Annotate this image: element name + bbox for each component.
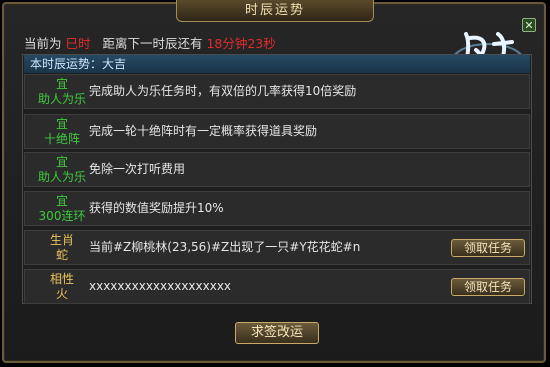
- category-line-1: 宜: [55, 155, 68, 169]
- row-category: 生肖 蛇: [33, 233, 91, 263]
- row-category: 宜 助人为乐: [33, 77, 91, 107]
- row-description: 完成一轮十绝阵时有一定概率获得道具奖励: [89, 124, 318, 138]
- row-category: 宜 300连环: [33, 194, 91, 224]
- row-description: 免除一次打听费用: [89, 162, 186, 176]
- countdown-value: 18分钟23秒: [206, 36, 276, 51]
- fortune-row: 宜 300连环 获得的数值奖励提升10%: [24, 191, 530, 226]
- category-line-1: 宜: [55, 117, 68, 131]
- category-line-1: 宜: [55, 77, 68, 91]
- row-category: 相性 火: [33, 272, 91, 302]
- close-icon: ✕: [524, 19, 534, 32]
- category-line-2: 蛇: [55, 248, 68, 262]
- panel-header: 本时辰运势：大吉: [24, 55, 530, 73]
- category-line-1: 相性: [49, 272, 74, 286]
- category-line-2: 助人为乐: [37, 170, 86, 184]
- fortune-row: 宜 助人为乐 完成助人为乐任务时，有双倍的几率获得10倍奖励: [24, 74, 530, 109]
- fortune-row: 宜 助人为乐 免除一次打听费用: [24, 152, 530, 187]
- current-hour: 巳时: [65, 36, 91, 51]
- category-line-2: 十绝阵: [43, 132, 80, 146]
- row-description: 当前#Z柳桃林(23,56)#Z出现了一只#Y花花蛇#n: [89, 240, 361, 254]
- category-line-2: 300连环: [38, 209, 86, 223]
- category-line-2: 助人为乐: [37, 92, 86, 106]
- status-prefix: 当前为: [24, 36, 62, 51]
- fortune-row: 生肖 蛇 当前#Z柳桃林(23,56)#Z出现了一只#Y花花蛇#n 领取任务: [24, 230, 530, 265]
- row-category: 宜 助人为乐: [33, 155, 91, 185]
- accept-quest-button[interactable]: 领取任务: [451, 278, 525, 296]
- window-title: 时辰运势: [176, 0, 374, 22]
- change-fortune-button[interactable]: 求签改运: [235, 322, 319, 344]
- category-line-1: 生肖: [49, 233, 74, 247]
- row-description: 完成助人为乐任务时，有双倍的几率获得10倍奖励: [89, 84, 357, 98]
- row-description: xxxxxxxxxxxxxxxxxxxx: [89, 279, 232, 293]
- category-line-2: 火: [55, 287, 68, 301]
- fortune-row: 宜 十绝阵 完成一轮十绝阵时有一定概率获得道具奖励: [24, 114, 530, 149]
- fortune-row: 相性 火 xxxxxxxxxxxxxxxxxxxx 领取任务: [24, 269, 530, 304]
- countdown-label: 距离下一时辰还有: [102, 36, 203, 51]
- close-button[interactable]: ✕: [522, 18, 536, 32]
- category-line-1: 宜: [55, 194, 68, 208]
- row-description: 获得的数值奖励提升10%: [89, 201, 224, 215]
- row-category: 宜 十绝阵: [33, 117, 91, 147]
- hour-status: 当前为 巳时 距离下一时辰还有 18分钟23秒: [24, 33, 276, 52]
- accept-quest-button[interactable]: 领取任务: [451, 239, 525, 257]
